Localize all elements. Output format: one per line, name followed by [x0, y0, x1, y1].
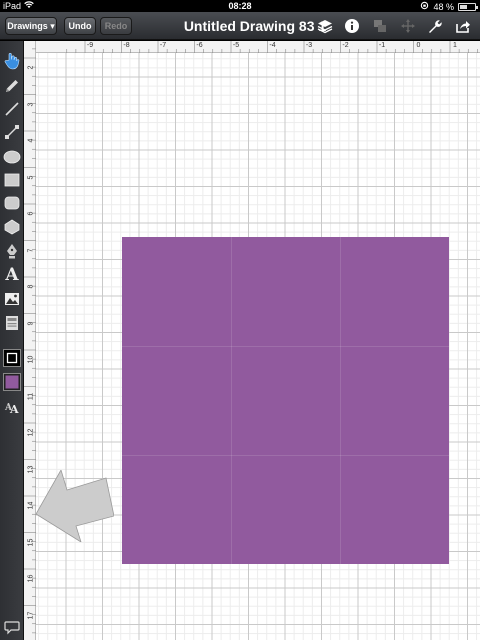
- tool-palette: A AA: [0, 41, 24, 640]
- wrench-icon[interactable]: [425, 17, 443, 35]
- share-icon[interactable]: [454, 17, 472, 35]
- svg-text:A: A: [9, 403, 19, 415]
- horizontal-ruler-label: 0: [416, 42, 421, 49]
- vertical-ruler-label: 17: [27, 611, 35, 619]
- horizontal-ruler-label: -7: [159, 42, 167, 49]
- vertical-ruler-label: 3: [27, 102, 35, 106]
- stroke-color-icon[interactable]: [2, 348, 22, 368]
- pencil-icon[interactable]: [2, 76, 22, 96]
- horizontal-ruler-label: 1: [453, 42, 457, 49]
- horizontal-ruler-label: -9: [86, 42, 94, 49]
- stamp-icon[interactable]: [2, 313, 22, 333]
- vertical-ruler-label: 11: [27, 392, 35, 400]
- vertical-ruler-label: 7: [27, 248, 35, 252]
- ellipse-icon[interactable]: [2, 147, 22, 167]
- text-style-icon[interactable]: AA: [2, 397, 22, 417]
- arrange-icon[interactable]: [371, 17, 389, 35]
- undo-button[interactable]: Undo: [64, 17, 96, 35]
- vertical-ruler-label: 4: [27, 138, 35, 143]
- battery-icon: [458, 2, 478, 11]
- layers-icon[interactable]: [316, 17, 334, 35]
- drawing-canvas[interactable]: [36, 53, 480, 640]
- image-icon[interactable]: [2, 289, 22, 309]
- move-icon[interactable]: [399, 17, 417, 35]
- vertical-ruler-label: 12: [27, 428, 35, 437]
- info-icon[interactable]: [343, 17, 361, 35]
- rotation-lock-icon: [420, 1, 429, 12]
- horizontal-ruler-label: -2: [342, 42, 349, 49]
- polygon-icon[interactable]: [2, 217, 22, 237]
- pen-icon[interactable]: [2, 241, 22, 261]
- left-arrow-shape[interactable]: [36, 470, 114, 542]
- horizontal-ruler-label: -5: [232, 42, 240, 49]
- status-time: 08:28: [228, 1, 252, 11]
- status-bar: iPad 08:28 48 %: [0, 0, 480, 12]
- rectangle-icon[interactable]: [2, 170, 22, 190]
- text-icon[interactable]: A: [2, 265, 22, 285]
- vertical-ruler-label: 8: [27, 284, 35, 289]
- battery-percent: 48 %: [433, 1, 454, 12]
- purple-rectangle-shape[interactable]: [122, 237, 449, 564]
- connector-icon[interactable]: [2, 122, 22, 142]
- fill-color-icon[interactable]: [2, 372, 22, 392]
- vertical-ruler-label: 15: [27, 538, 35, 546]
- vertical-ruler-label: 10: [27, 355, 35, 364]
- select-hand-icon[interactable]: [2, 51, 22, 71]
- vertical-ruler-label: 2: [27, 65, 35, 70]
- comment-icon[interactable]: [2, 618, 22, 638]
- horizontal-ruler: -9 -8 -7 -6 -5 -4 -3 -2 -1 0 1: [36, 41, 480, 53]
- horizontal-ruler-label: -4: [269, 42, 276, 49]
- vertical-ruler: 23456789101112131415161718: [24, 41, 36, 640]
- line-icon[interactable]: [2, 99, 22, 119]
- horizontal-ruler-ticks: [66, 41, 478, 53]
- horizontal-ruler-label: -3: [305, 42, 313, 49]
- toolbar: Drawings ▾ Undo Redo Untitled Drawing 83…: [0, 12, 480, 40]
- vertical-ruler-ticks: [24, 48, 36, 634]
- drawings-button[interactable]: Drawings ▾: [5, 17, 57, 35]
- vertical-ruler-label: 6: [27, 211, 35, 216]
- vertical-ruler-label: 14: [27, 501, 35, 510]
- vertical-ruler-label: 9: [27, 321, 35, 325]
- vertical-ruler-label: 13: [27, 465, 35, 473]
- vertical-ruler-label: 5: [27, 175, 35, 179]
- vertical-ruler-label: 16: [27, 574, 35, 583]
- horizontal-ruler-label: -8: [123, 42, 130, 49]
- horizontal-ruler-label: -1: [378, 42, 386, 49]
- status-right: 48 %: [420, 1, 478, 12]
- redo-button[interactable]: Redo: [100, 17, 132, 35]
- horizontal-ruler-label: -6: [196, 42, 203, 49]
- rounded-rect-icon[interactable]: [2, 193, 22, 213]
